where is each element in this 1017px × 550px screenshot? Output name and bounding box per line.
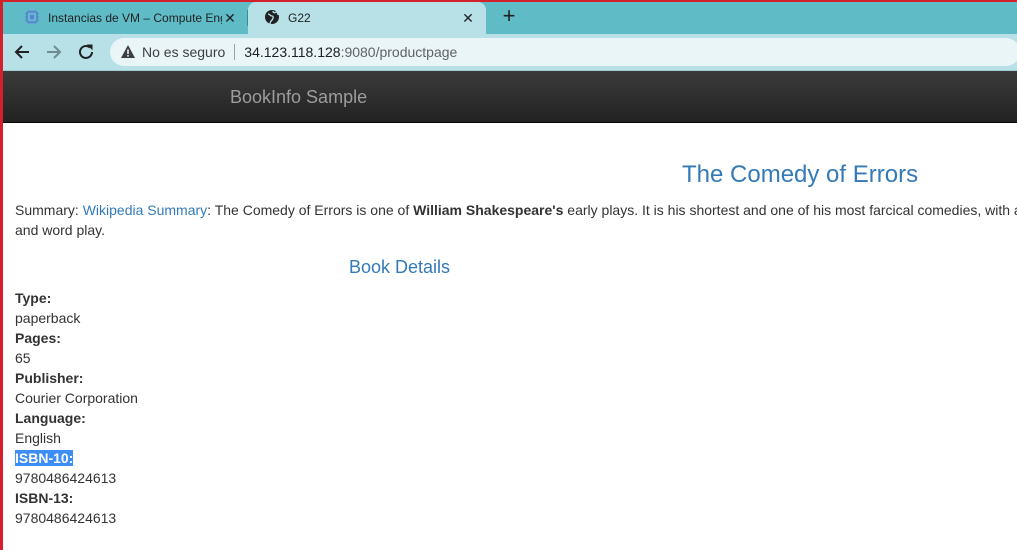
detail-value-language: English: [15, 430, 61, 446]
brand-link[interactable]: BookInfo Sample: [230, 87, 367, 108]
page-title: The Comedy of Errors: [682, 161, 919, 188]
detail-value-publisher: Courier Corporation: [15, 390, 138, 406]
security-status[interactable]: No es seguro: [142, 44, 225, 60]
book-details-list: Type: paperback Pages: 65 Publisher: Cou…: [15, 288, 138, 528]
summary-text: : The Comedy of Errors is one of: [207, 202, 414, 218]
close-icon[interactable]: ✕: [222, 10, 238, 26]
page-navbar: BookInfo Sample: [3, 71, 1017, 123]
summary-prefix: Summary:: [15, 202, 83, 218]
detail-label-pages: Pages:: [15, 330, 61, 346]
url-path: :9080/productpage: [340, 44, 458, 60]
page-content: The Comedy of Errors Summary: Wikipedia …: [0, 122, 1017, 550]
detail-label-language: Language:: [15, 410, 86, 426]
new-tab-button[interactable]: +: [498, 3, 520, 28]
tab-g22[interactable]: G22 ✕: [248, 2, 486, 34]
address-bar[interactable]: No es seguro 34.123.118.128:9080/product…: [110, 38, 1017, 66]
reload-icon[interactable]: [74, 40, 98, 64]
tab-strip: Instancias de VM – Compute Engine ✕ G22 …: [0, 0, 1017, 34]
summary-line-2: and word play.: [15, 222, 106, 238]
detail-label-publisher: Publisher:: [15, 370, 84, 386]
wikipedia-summary-link[interactable]: Wikipedia Summary: [83, 202, 207, 218]
close-icon[interactable]: ✕: [460, 10, 476, 26]
summary-author: William Shakespeare's: [413, 202, 564, 218]
forward-arrow-icon[interactable]: [42, 40, 66, 64]
tab-compute-engine[interactable]: Instancias de VM – Compute Engine ✕: [8, 2, 248, 34]
detail-label-isbn10-row: ISBN-10:: [15, 448, 138, 468]
globe-icon: [264, 9, 280, 28]
summary-text-continued: early plays. It is his shortest and one …: [563, 202, 1017, 218]
compute-engine-icon: [24, 9, 40, 28]
detail-label-type: Type:: [15, 290, 52, 306]
browser-toolbar: No es seguro 34.123.118.128:9080/product…: [0, 34, 1017, 70]
detail-value-isbn13: 9780486424613: [15, 510, 117, 526]
summary-paragraph: Summary: Wikipedia Summary: The Comedy o…: [15, 200, 1017, 240]
tab-title: Instancias de VM – Compute Engine: [48, 11, 222, 25]
window-border: [0, 0, 3, 550]
detail-value-isbn10: 9780486424613: [15, 470, 117, 486]
detail-label-isbn10: ISBN-10:: [15, 450, 74, 466]
tab-title: G22: [288, 11, 311, 25]
warning-icon[interactable]: [120, 44, 136, 60]
url-host: 34.123.118.128: [244, 44, 341, 60]
window-border-top: [0, 0, 1017, 2]
detail-value-pages: 65: [15, 350, 31, 366]
detail-value-type: paperback: [15, 310, 81, 326]
detail-label-isbn13: ISBN-13:: [15, 490, 74, 506]
book-details-heading: Book Details: [349, 257, 451, 277]
back-arrow-icon[interactable]: [10, 40, 34, 64]
omnibox-divider: [234, 44, 236, 60]
